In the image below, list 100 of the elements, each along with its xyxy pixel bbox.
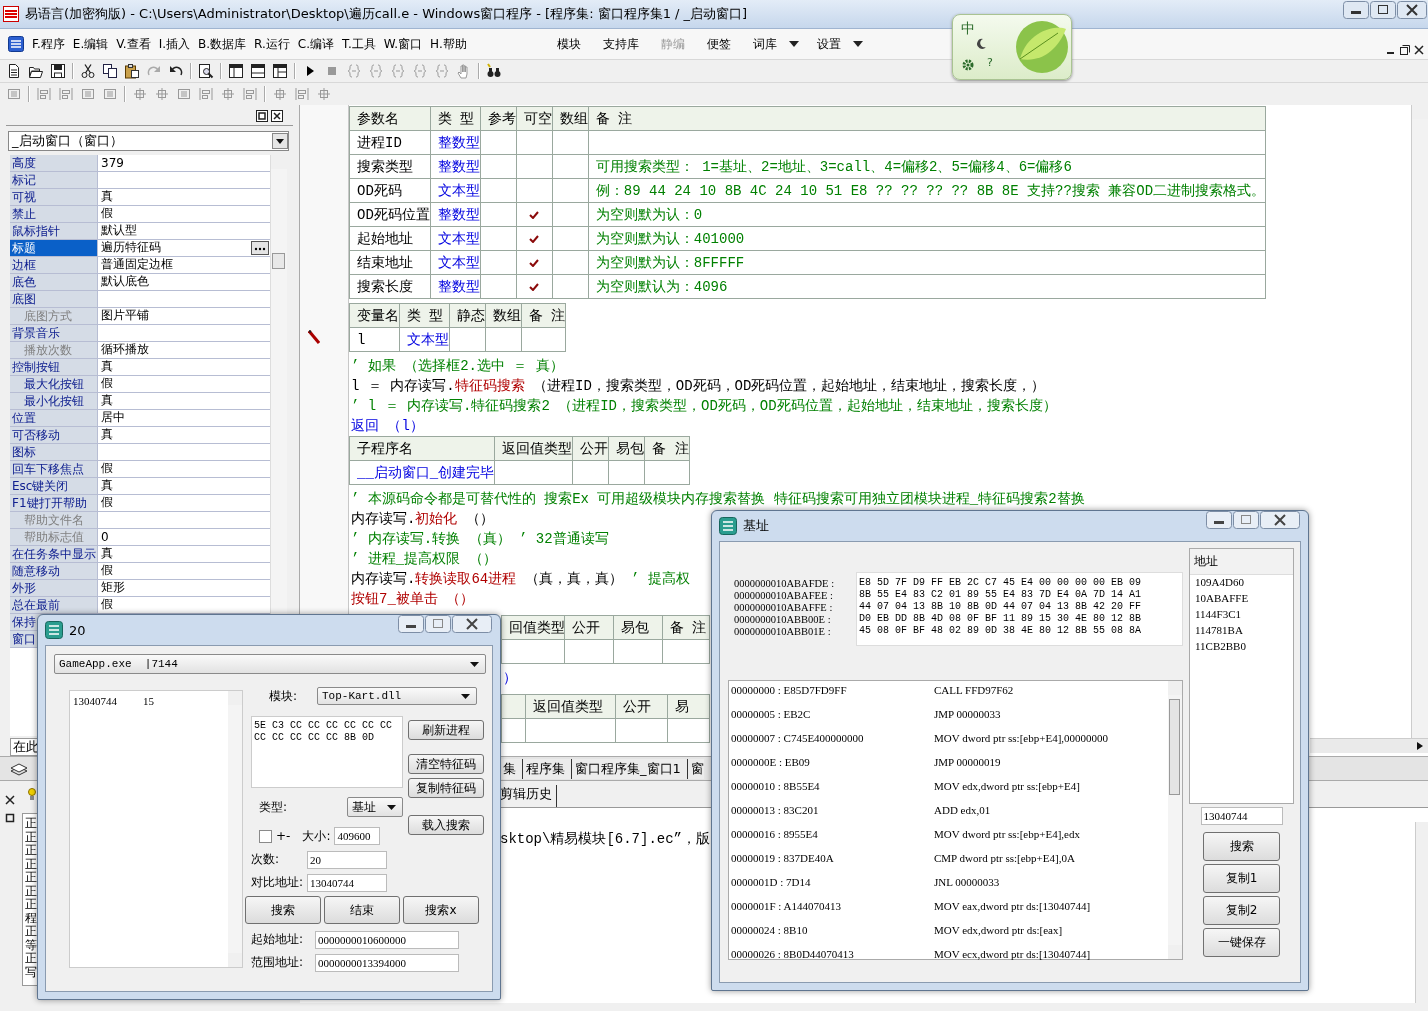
- type-dropdown[interactable]: 基址: [347, 797, 403, 817]
- menu-item[interactable]: T.工具: [338, 35, 380, 53]
- button[interactable]: 结束: [324, 896, 400, 924]
- input-field[interactable]: 0000000010600000: [315, 930, 459, 949]
- property-value[interactable]: 普通固定边框: [101, 256, 270, 274]
- property-value[interactable]: 379: [101, 155, 270, 170]
- property-value[interactable]: 真: [101, 477, 270, 495]
- button[interactable]: 复制特征码: [408, 778, 484, 798]
- layout-icon[interactable]: [228, 63, 244, 79]
- list-item[interactable]: 10ABAFFE: [1190, 591, 1293, 607]
- list-cell[interactable]: 00000024 : 8B10: [731, 921, 934, 945]
- restore-icon[interactable]: [1400, 45, 1410, 55]
- close-icon[interactable]: [5, 795, 15, 805]
- process-dropdown[interactable]: GameApp.exe |7144: [54, 654, 486, 674]
- input-mode-text[interactable]: 中: [961, 20, 975, 38]
- caret-icon[interactable]: [461, 693, 470, 699]
- list-cell[interactable]: MOV dword ptr ss:[ebp+E4],edx: [934, 825, 1080, 849]
- property-value[interactable]: 真: [101, 188, 270, 206]
- caret-icon[interactable]: [853, 41, 863, 47]
- restore-icon[interactable]: [256, 110, 268, 122]
- list-cell[interactable]: CMP dword ptr ss:[ebp+E4],0A: [934, 849, 1075, 873]
- list-cell[interactable]: 0000000E : EB09: [731, 753, 934, 777]
- input-field[interactable]: 409600: [334, 827, 381, 845]
- address-list[interactable]: 地址 109A4D60 10ABAFFE 1144F3C1 114781BA 11CB2BB0: [1189, 548, 1294, 804]
- property-value[interactable]: 居中: [101, 409, 270, 427]
- menu-item[interactable]: 词库: [749, 35, 781, 53]
- list-cell[interactable]: 00000013 : 83C201: [731, 801, 934, 825]
- property-value[interactable]: 假: [101, 460, 270, 478]
- button[interactable]: 复制1: [1203, 864, 1280, 893]
- list-cell[interactable]: MOV eax,dword ptr ds:[13040744]: [934, 897, 1091, 921]
- button[interactable]: 搜索: [1203, 832, 1280, 861]
- list-cell[interactable]: CALL FFD97F62: [934, 681, 1014, 705]
- module-dropdown[interactable]: Top-Kart.dll: [317, 687, 477, 705]
- more-button[interactable]: [251, 240, 269, 255]
- results-list[interactable]: 13040744 15: [69, 690, 243, 968]
- caret-icon[interactable]: [387, 804, 396, 810]
- input-field[interactable]: 13040744: [1200, 807, 1283, 825]
- property-value[interactable]: 真: [101, 545, 270, 563]
- restore-icon[interactable]: [5, 813, 15, 823]
- property-value[interactable]: 假: [101, 562, 270, 580]
- close-icon[interactable]: [1414, 45, 1424, 55]
- list-cell[interactable]: MOV edx,dword ptr ds:[eax]: [934, 921, 1063, 945]
- menu-item[interactable]: H.帮助: [426, 35, 471, 53]
- list-cell[interactable]: 15: [143, 695, 154, 707]
- list-cell[interactable]: MOV dword ptr ss:[ebp+E4],00000000: [934, 729, 1109, 753]
- property-value[interactable]: 矩形: [101, 579, 270, 597]
- list-cell[interactable]: 00000010 : 8B55E4: [731, 777, 934, 801]
- new-document-icon[interactable]: [6, 63, 22, 79]
- editor-tab[interactable]: 窗口程序集_窗口1: [572, 758, 688, 779]
- menu-item[interactable]: C.编译: [293, 35, 339, 53]
- list-cell[interactable]: MOV ecx,dword ptr ds:[13040744]: [934, 945, 1091, 969]
- list-cell[interactable]: ADD edx,01: [934, 801, 991, 825]
- minimize-button[interactable]: [1206, 511, 1232, 529]
- minimize-button[interactable]: [1343, 1, 1369, 19]
- list-cell[interactable]: 13040744: [73, 695, 117, 707]
- list-cell[interactable]: 00000007 : C745E400000000: [731, 729, 934, 753]
- list-cell[interactable]: JNL 00000033: [934, 873, 1000, 897]
- list-item[interactable]: 109A4D60: [1190, 575, 1293, 591]
- menu-item[interactable]: 支持库: [599, 35, 643, 53]
- caret-icon[interactable]: [470, 661, 479, 667]
- list-cell[interactable]: JMP 00000033: [934, 705, 1001, 729]
- property-value[interactable]: 默认底色: [101, 273, 270, 291]
- property-value[interactable]: 真: [101, 426, 270, 444]
- property-value[interactable]: 假: [101, 205, 270, 223]
- list-cell[interactable]: 00000019 : 837DE40A: [731, 849, 934, 873]
- property-value[interactable]: 真: [101, 392, 270, 410]
- menu-item[interactable]: W.窗口: [379, 35, 427, 53]
- menu-item[interactable]: V.查看: [112, 35, 155, 53]
- scissors-icon[interactable]: [80, 63, 96, 79]
- input-field[interactable]: 20: [307, 850, 387, 869]
- page-magnifier-icon[interactable]: [198, 63, 214, 79]
- list-cell[interactable]: 0000001D : 7D14: [731, 873, 934, 897]
- hex-box[interactable]: [856, 572, 1183, 646]
- save-icon[interactable]: [50, 63, 66, 79]
- menu-item[interactable]: 设置: [813, 35, 845, 53]
- property-value[interactable]: 默认型: [101, 222, 270, 240]
- editor-tab[interactable]: 集: [500, 758, 523, 779]
- list-cell[interactable]: 00000026 : 8B0D44070413: [731, 945, 934, 969]
- layout-icon[interactable]: [272, 63, 288, 79]
- property-value[interactable]: 真: [101, 358, 270, 376]
- list-cell[interactable]: MOV edx,dword ptr ss:[ebp+E4]: [934, 777, 1080, 801]
- menu-item[interactable]: I.插入: [154, 35, 195, 53]
- list-item[interactable]: 1144F3C1: [1190, 607, 1293, 623]
- button[interactable]: 清空特征码: [408, 754, 484, 774]
- property-value[interactable]: 假: [101, 494, 270, 512]
- help-text[interactable]: ?: [987, 56, 993, 69]
- menu-item[interactable]: F.程序: [28, 35, 69, 53]
- object-dropdown[interactable]: _启动窗口（窗口）: [8, 130, 289, 151]
- close-button[interactable]: [1260, 511, 1300, 529]
- column-header[interactable]: 地址: [1190, 549, 1293, 575]
- button[interactable]: 搜索: [245, 896, 321, 924]
- menu-item[interactable]: 模块: [553, 35, 585, 53]
- button[interactable]: 搜索x: [403, 896, 479, 924]
- list-cell[interactable]: 0000001F : A144070413: [731, 897, 934, 921]
- list-item[interactable]: 114781BA: [1190, 623, 1293, 639]
- list-item[interactable]: 11CB2BB0: [1190, 639, 1293, 655]
- gear-icon[interactable]: [962, 59, 974, 71]
- property-value[interactable]: 假: [101, 596, 270, 614]
- binoculars-icon[interactable]: [486, 63, 502, 79]
- button[interactable]: 一键保存: [1203, 928, 1280, 957]
